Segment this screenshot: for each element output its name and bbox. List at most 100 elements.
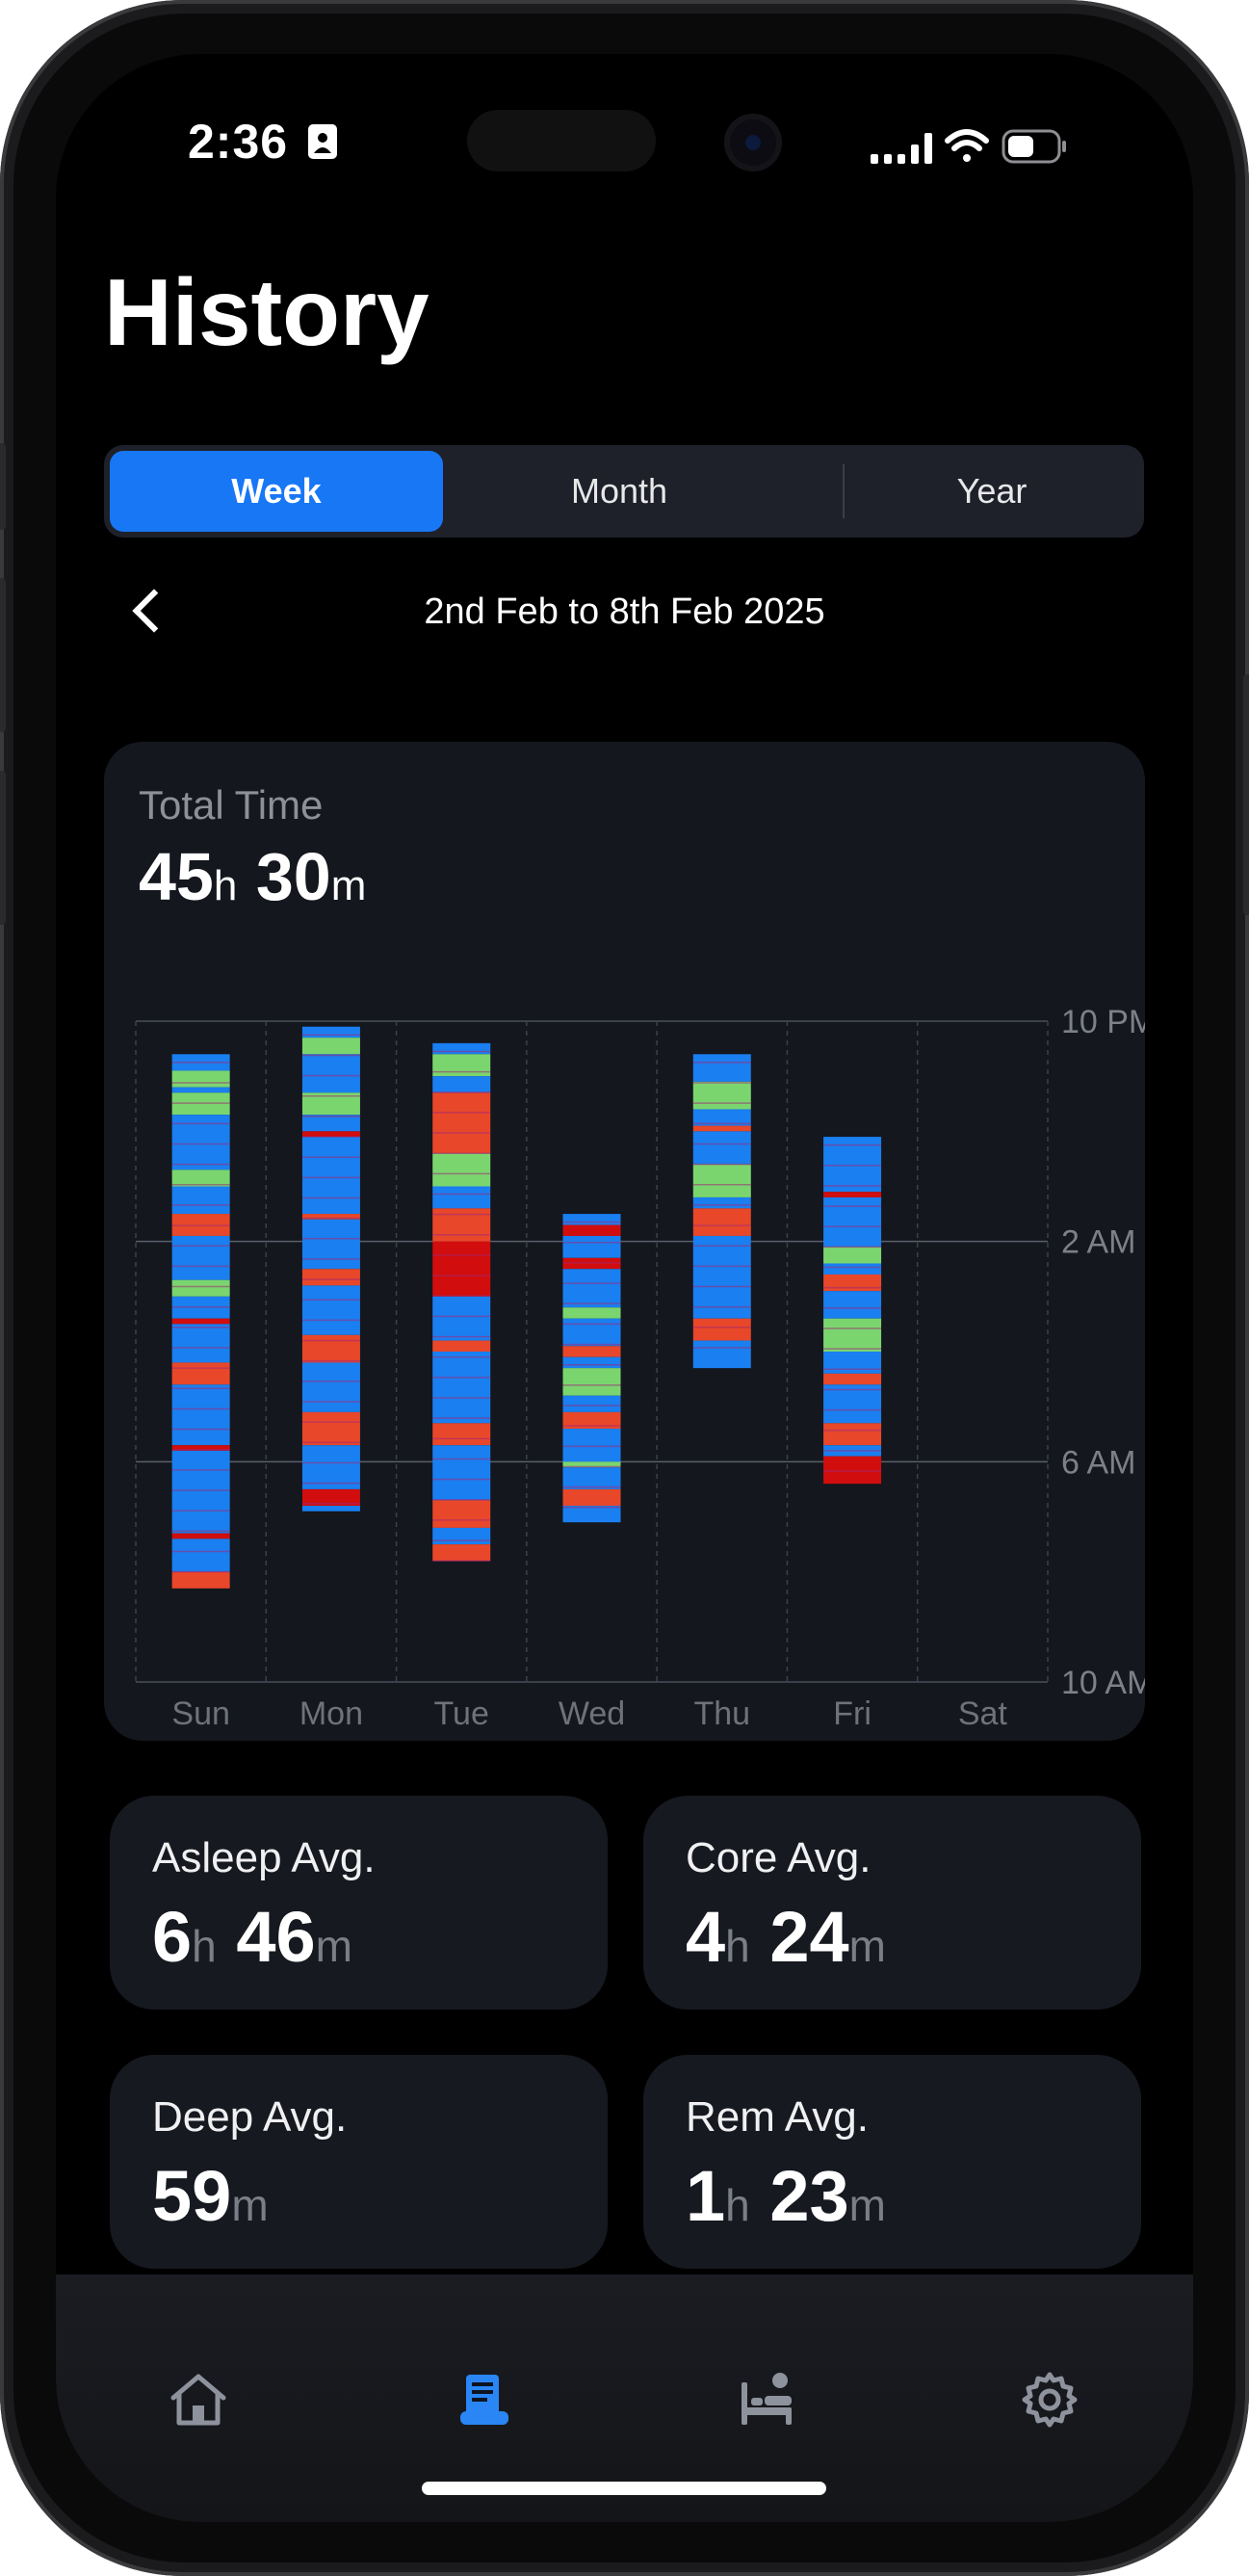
cellular-signal-icon	[871, 133, 932, 164]
deep-avg-label: Deep Avg.	[152, 2093, 348, 2141]
sleep-stage-segment-deep	[432, 1423, 491, 1446]
sleep-stage-segment-core	[432, 1527, 491, 1545]
sleep-stage-segment-deep	[823, 1423, 882, 1446]
sleep-ai-icon[interactable]	[736, 2369, 797, 2431]
sleep-stage-segment-deep	[432, 1500, 491, 1528]
sleep-stage-segment-core	[171, 1384, 230, 1446]
sleep-stage-segment-deep	[301, 1334, 360, 1363]
history-icon[interactable]	[453, 2369, 514, 2431]
sleep-stage-segment-core	[692, 1196, 751, 1209]
contact-card-icon	[307, 124, 337, 159]
sleep-stage-segment-rem	[823, 1247, 882, 1264]
rem-avg-card[interactable]: Rem Avg. 1h 23m	[643, 2055, 1141, 2269]
sleep-stage-segment-core	[562, 1318, 621, 1347]
segment-week[interactable]: Week	[110, 451, 443, 532]
rem-avg-minutes: 23	[769, 2156, 849, 2236]
sleep-stage-segment-core	[301, 1362, 360, 1412]
sleep-stage-segment-core	[301, 1219, 360, 1270]
screen: 2:36 History Week Month Year 2nd Feb to …	[56, 54, 1193, 2522]
core-avg-card[interactable]: Core Avg. 4h 24m	[643, 1796, 1141, 2010]
sleep-stage-segment-core	[823, 1291, 882, 1319]
sleep-stage-segment-rem	[562, 1307, 621, 1319]
sleep-stage-segment-core	[562, 1429, 621, 1462]
gear-icon[interactable]	[1019, 2369, 1080, 2431]
asleep-avg-h-unit: h	[192, 1921, 217, 1971]
sleep-stage-segment-rem	[562, 1368, 621, 1396]
sleep-stage-segment-deep	[432, 1208, 491, 1242]
home-icon[interactable]	[168, 2369, 229, 2431]
asleep-avg-card[interactable]: Asleep Avg. 6h 46m	[110, 1796, 608, 2010]
core-avg-hours: 4	[686, 1897, 726, 1977]
sleep-stage-segment-core	[432, 1445, 491, 1501]
sleep-stage-segment-deep	[171, 1571, 230, 1589]
sleep-stage-segment-core	[562, 1395, 621, 1412]
sleep-stage-segment-awake	[432, 1241, 491, 1297]
asleep-avg-hours: 6	[152, 1897, 193, 1977]
sleep-stage-segment-awake	[301, 1131, 360, 1138]
sleep-stage-segment-core	[823, 1196, 882, 1248]
sleep-stage-segment-core	[171, 1186, 230, 1215]
core-avg-h-unit: h	[725, 1921, 750, 1971]
sleep-stage-segment-core	[692, 1131, 751, 1165]
period-segmented-control: Week Month Year	[104, 445, 1144, 538]
sleep-stage-segment-core	[171, 1450, 230, 1534]
segment-month[interactable]: Month	[443, 451, 795, 532]
chart-y-tick-label: 6 AM	[1061, 1444, 1135, 1481]
core-avg-m-unit: m	[848, 1921, 886, 1971]
home-indicator	[422, 2482, 826, 2495]
sleep-stages-chart: 10 PM 2 AM 6 AM 10 AM Sun Mon Tue Wed Thu Fri Sat	[135, 1004, 1145, 1732]
status-icons	[871, 129, 1066, 164]
deep-avg-card[interactable]: Deep Avg. 59m	[110, 2055, 608, 2269]
core-avg-value: 4h 24m	[686, 1896, 886, 1978]
sleep-stage-segment-deep	[692, 1208, 751, 1236]
chart-y-tick-label: 2 AM	[1061, 1224, 1135, 1261]
sleep-stage-segment-core	[432, 1296, 491, 1341]
sleep-stage-segment-rem	[301, 1038, 360, 1055]
sleep-stage-segment-core	[432, 1352, 491, 1424]
total-time-card: Total Time 45h 30m 10 PM 2 AM 6 AM 10 AM Sun…	[104, 742, 1145, 1741]
sleep-stage-segment-rem	[692, 1164, 751, 1197]
core-avg-label: Core Avg.	[686, 1834, 872, 1881]
wifi-icon	[945, 129, 989, 162]
chart-x-tick-label: Mon	[299, 1695, 363, 1732]
sleep-stage-segment-deep	[171, 1362, 230, 1385]
deep-avg-value: 59m	[152, 2155, 269, 2237]
chart-x-tick-label: Wed	[559, 1695, 625, 1732]
asleep-avg-minutes: 46	[236, 1897, 316, 1977]
battery-icon	[1002, 129, 1066, 164]
sleep-stage-segment-deep	[562, 1346, 621, 1357]
chart-x-tick-label: Sun	[171, 1695, 230, 1732]
sleep-stage-segment-core	[171, 1324, 230, 1363]
rem-avg-hours: 1	[686, 2156, 726, 2236]
sleep-stage-segment-deep	[823, 1373, 882, 1385]
previous-week-chevron-icon[interactable]	[132, 589, 176, 633]
date-range-label: 2nd Feb to 8th Feb 2025	[424, 591, 825, 632]
sleep-stage-segment-deep	[432, 1544, 491, 1562]
chart-y-tick-label: 10 PM	[1061, 1004, 1145, 1040]
asleep-avg-m-unit: m	[315, 1921, 352, 1971]
chart-x-tick-label: Fri	[833, 1695, 872, 1732]
sleep-stage-segment-awake	[562, 1224, 621, 1236]
sleep-stage-segment-deep	[823, 1274, 882, 1292]
sleep-stage-segment-core	[562, 1356, 621, 1369]
rem-avg-h-unit: h	[725, 2180, 750, 2230]
sleep-stage-segment-core	[823, 1263, 882, 1275]
power-button	[1243, 674, 1249, 915]
sleep-stage-segment-rem	[692, 1081, 751, 1110]
sleep-stage-segment-core	[301, 1115, 360, 1132]
segment-divider	[843, 464, 845, 518]
page-title: History	[104, 259, 429, 365]
mute-switch	[0, 443, 6, 530]
sleep-stage-segment-core	[432, 1076, 491, 1093]
sleep-stage-segment-core	[301, 1054, 360, 1093]
segment-year[interactable]: Year	[846, 451, 1138, 532]
sleep-stage-segment-core	[432, 1042, 491, 1055]
sleep-stage-segment-core	[692, 1340, 751, 1369]
sleep-stage-segment-core	[823, 1352, 882, 1374]
core-avg-minutes: 24	[769, 1897, 849, 1977]
sleep-stage-segment-awake	[823, 1456, 882, 1485]
sleep-stage-segment-core	[562, 1235, 621, 1258]
date-navigator: 2nd Feb to 8th Feb 2025	[56, 574, 1193, 651]
sleep-stage-segment-rem	[171, 1279, 230, 1297]
deep-avg-minutes: 59	[152, 2156, 232, 2236]
